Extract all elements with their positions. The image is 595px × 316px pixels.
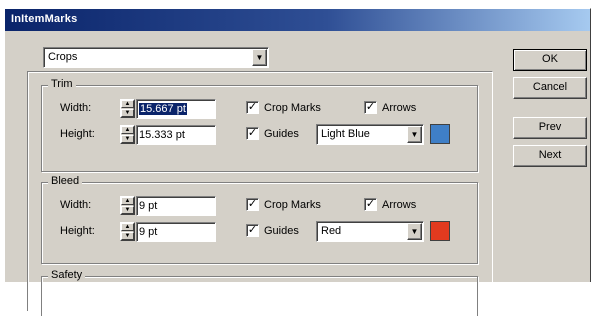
ok-button[interactable]: OK — [513, 49, 587, 71]
next-button[interactable]: Next — [513, 145, 587, 167]
window-title: InItemMarks — [11, 13, 78, 25]
bleed-arrows-label: Arrows — [382, 199, 417, 211]
bleed-guides-checkbox[interactable]: ✓ — [246, 224, 259, 237]
trim-width-input[interactable]: 15.667 pt — [136, 99, 216, 119]
trim-arrows-checkbox[interactable]: ✓ — [364, 101, 377, 114]
cancel-button[interactable]: Cancel — [513, 77, 587, 99]
title-bar[interactable]: InItemMarks — [5, 9, 590, 31]
trim-color-swatch[interactable] — [430, 124, 450, 144]
mode-select[interactable]: Crops ▼ — [43, 47, 269, 68]
trim-height-spinner[interactable]: ▲ ▼ — [120, 125, 135, 144]
mode-select-value: Crops — [48, 51, 78, 63]
safety-group-title: Safety — [48, 269, 86, 281]
trim-height-label: Height: — [60, 128, 95, 140]
chevron-down-icon[interactable]: ▼ — [407, 126, 422, 143]
bleed-width-label: Width: — [60, 199, 92, 211]
bleed-group-title: Bleed — [48, 175, 83, 187]
trim-guides-checkbox[interactable]: ✓ — [246, 127, 259, 140]
trim-width-label: Width: — [60, 102, 92, 114]
trim-guide-color-select[interactable]: Light Blue ▼ — [316, 124, 424, 145]
bleed-crop-marks-label: Crop Marks — [264, 199, 321, 211]
trim-crop-marks-label: Crop Marks — [264, 102, 321, 114]
bleed-height-spinner[interactable]: ▲ ▼ — [120, 222, 135, 241]
spin-up-icon[interactable]: ▲ — [121, 223, 134, 231]
spin-down-icon[interactable]: ▼ — [121, 232, 134, 240]
dialog-content: Crops ▼ OK Cancel Prev Next Trim Width: … — [5, 31, 590, 316]
item-marks-dialog: InItemMarks Crops ▼ OK Cancel Prev Next … — [4, 8, 591, 316]
spin-down-icon[interactable]: ▼ — [121, 206, 134, 214]
trim-crop-marks-checkbox[interactable]: ✓ — [246, 101, 259, 114]
bleed-width-spinner[interactable]: ▲ ▼ — [120, 196, 135, 215]
trim-width-spinner[interactable]: ▲ ▼ — [120, 99, 135, 118]
bleed-crop-marks-checkbox[interactable]: ✓ — [246, 198, 259, 211]
prev-button[interactable]: Prev — [513, 117, 587, 139]
safety-group: Safety — [41, 269, 478, 316]
trim-height-input[interactable]: 15.333 pt — [136, 125, 216, 145]
spin-down-icon[interactable]: ▼ — [121, 109, 134, 117]
spin-up-icon[interactable]: ▲ — [121, 126, 134, 134]
chevron-down-icon[interactable]: ▼ — [252, 49, 267, 66]
trim-group-title: Trim — [48, 78, 76, 90]
bleed-height-label: Height: — [60, 225, 95, 237]
bleed-width-input[interactable]: 9 pt — [136, 196, 216, 216]
bleed-guides-label: Guides — [264, 225, 299, 237]
bleed-guide-color-select[interactable]: Red ▼ — [316, 221, 424, 242]
trim-arrows-label: Arrows — [382, 102, 417, 114]
bleed-color-swatch[interactable] — [430, 221, 450, 241]
bleed-height-input[interactable]: 9 pt — [136, 222, 216, 242]
spin-up-icon[interactable]: ▲ — [121, 197, 134, 205]
spin-down-icon[interactable]: ▼ — [121, 135, 134, 143]
bleed-arrows-checkbox[interactable]: ✓ — [364, 198, 377, 211]
chevron-down-icon[interactable]: ▼ — [407, 223, 422, 240]
spin-up-icon[interactable]: ▲ — [121, 100, 134, 108]
trim-group: Trim Width: ▲ ▼ 15.667 pt Height: ▲ ▼ 15… — [41, 78, 478, 172]
bleed-group: Bleed Width: ▲ ▼ 9 pt Height: ▲ ▼ 9 pt ✓… — [41, 175, 478, 264]
trim-guides-label: Guides — [264, 128, 299, 140]
